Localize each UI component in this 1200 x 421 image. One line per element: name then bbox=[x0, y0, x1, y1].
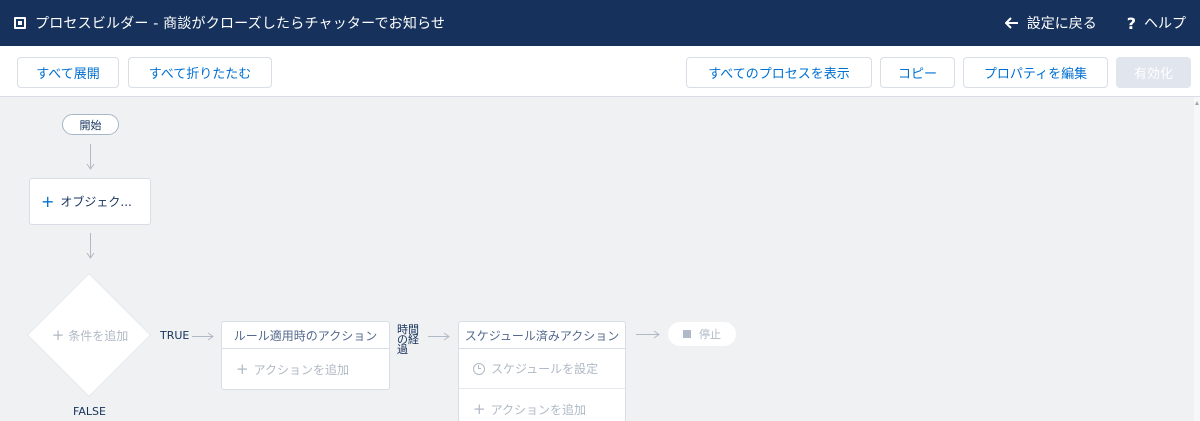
plus-icon: + bbox=[236, 360, 249, 378]
set-schedule-label: スケジュールを設定 bbox=[491, 362, 599, 376]
add-scheduled-action[interactable]: + アクションを追加 bbox=[459, 389, 625, 421]
stop-icon bbox=[683, 330, 691, 338]
process-builder-icon bbox=[14, 17, 26, 29]
question-mark-icon: ? bbox=[1126, 13, 1136, 33]
app-header: プロセスビルダー - 商談がクローズしたらチャッターでお知らせ 設定に戻る ? … bbox=[0, 0, 1200, 46]
scheduled-actions-group: スケジュール済みアクション スケジュールを設定 + アクションを追加 bbox=[458, 321, 626, 421]
clock-icon bbox=[473, 362, 485, 375]
add-criteria-text: 条件を追加 bbox=[68, 329, 129, 343]
set-schedule-row[interactable]: スケジュールを設定 bbox=[459, 349, 625, 389]
plus-icon: + bbox=[51, 326, 65, 344]
copy-button[interactable]: コピー bbox=[880, 57, 955, 88]
connector-arrow-down bbox=[86, 144, 95, 170]
add-immediate-action[interactable]: + アクションを追加 bbox=[222, 349, 389, 389]
add-action-label: アクションを追加 bbox=[253, 362, 349, 377]
scroll-up-arrow-icon[interactable] bbox=[1195, 101, 1199, 105]
expand-all-button[interactable]: すべて展開 bbox=[17, 57, 119, 88]
toolbar: すべて展開 すべて折りたたむ すべてのプロセスを表示 コピー プロパティを編集 … bbox=[0, 46, 1200, 97]
true-branch-label: TRUE bbox=[160, 329, 190, 342]
help-label: ヘルプ bbox=[1144, 16, 1186, 32]
add-criteria-label[interactable]: + 条件を追加 bbox=[40, 326, 140, 344]
scheduled-actions-header: スケジュール済みアクション bbox=[459, 322, 625, 349]
stop-node: 停止 bbox=[668, 322, 736, 346]
activate-button[interactable]: 有効化 bbox=[1116, 57, 1191, 88]
back-to-setup-link[interactable]: 設定に戻る bbox=[1004, 13, 1097, 33]
object-node-label: オブジェク... bbox=[60, 195, 132, 209]
connector-arrow-right bbox=[428, 332, 450, 341]
plus-icon: + bbox=[473, 400, 486, 418]
back-to-setup-label: 設定に戻る bbox=[1026, 16, 1097, 32]
start-node: 開始 bbox=[62, 114, 119, 135]
time-elapsed-line: 過 bbox=[397, 343, 408, 356]
connector-arrow-down bbox=[86, 233, 95, 259]
stop-label: 停止 bbox=[699, 328, 721, 341]
vertical-scrollbar[interactable] bbox=[1194, 97, 1200, 421]
connector-arrow-right bbox=[192, 332, 214, 341]
immediate-actions-header: ルール適用時のアクション bbox=[222, 322, 389, 349]
false-branch-label: FALSE bbox=[73, 405, 106, 418]
plus-icon: + bbox=[41, 191, 55, 211]
connector-arrow-right bbox=[636, 330, 660, 339]
arrow-left-icon bbox=[1004, 17, 1019, 29]
collapse-all-button[interactable]: すべて折りたたむ bbox=[128, 57, 272, 88]
edit-properties-button[interactable]: プロパティを編集 bbox=[963, 57, 1108, 88]
page-title: プロセスビルダー - 商談がクローズしたらチャッターでお知らせ bbox=[35, 16, 446, 32]
add-object-node[interactable]: + オブジェク... bbox=[29, 178, 151, 225]
view-all-processes-button[interactable]: すべてのプロセスを表示 bbox=[686, 57, 872, 88]
add-action-label: アクションを追加 bbox=[490, 402, 586, 417]
help-link[interactable]: ? ヘルプ bbox=[1127, 13, 1186, 33]
time-elapsed-label: 時間 の経 過 bbox=[397, 324, 423, 356]
immediate-actions-group: ルール適用時のアクション + アクションを追加 bbox=[221, 321, 390, 390]
process-canvas: 開始 + オブジェク... + 条件を追加 TRUE FALSE ルール適用時のア… bbox=[0, 97, 1194, 421]
